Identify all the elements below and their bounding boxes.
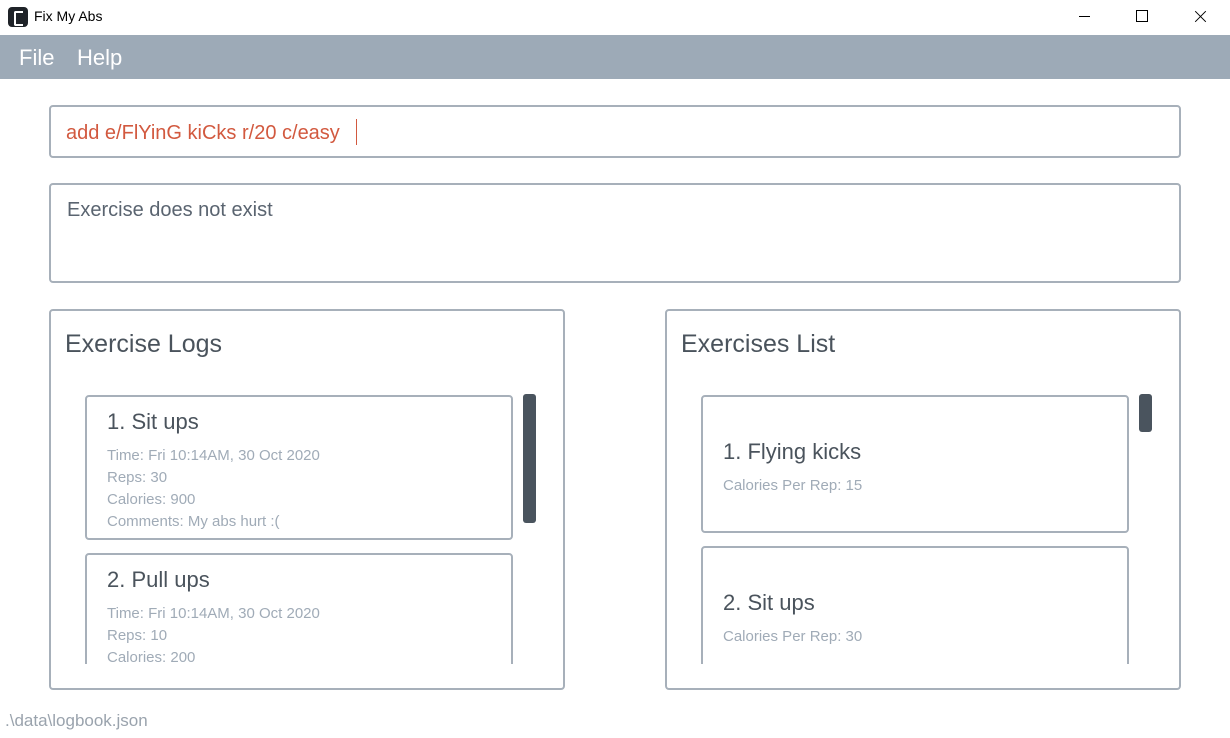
result-message: Exercise does not exist [67,199,273,221]
command-input[interactable] [66,120,1156,146]
minimize-button[interactable] [1055,0,1113,34]
exercise-card-heading: 2. Sit ups [723,590,815,615]
log-card-calories: Calories: 200 [107,649,196,664]
log-card-reps: Reps: 10 [107,627,168,644]
exercise-card-calories: Calories Per Rep: 30 [723,628,863,645]
status-file-path: .\data\logbook.json [5,711,148,730]
exercise-card[interactable]: 2. Sit ups Calories Per Rep: 30 [701,546,1129,664]
app-window: Fix My Abs File Help Exercise does not e… [0,0,1230,738]
exercises-list-title: Exercises List [681,330,836,358]
command-box [49,105,1181,158]
logs-scrollbar-thumb[interactable] [523,394,536,523]
maximize-button[interactable] [1113,0,1171,34]
log-card-calories: Calories: 900 [107,491,196,508]
text-cursor [356,119,357,145]
menu-file[interactable]: File [19,45,54,71]
close-button[interactable] [1171,0,1229,34]
menu-help[interactable]: Help [77,45,122,71]
exercise-card-calories: Calories Per Rep: 15 [723,477,863,494]
log-card-time: Time: Fri 10:14AM, 30 Oct 2020 [107,605,320,622]
log-card-comments: Comments: My abs hurt :( [107,513,280,530]
exercise-card-heading: 1. Flying kicks [723,439,862,464]
exercises-list-panel: Exercises List 1. Flying kicks Calories … [665,309,1181,690]
log-card-reps: Reps: 30 [107,469,168,486]
log-card[interactable]: 1. Sit ups Time: Fri 10:14AM, 30 Oct 202… [85,395,513,540]
exercise-logs-panel: Exercise Logs 1. Sit ups Time: Fri 10:14… [49,309,565,690]
exercises-list[interactable]: 1. Flying kicks Calories Per Rep: 15 2. … [701,395,1131,664]
exercise-card[interactable]: 1. Flying kicks Calories Per Rep: 15 [701,395,1129,533]
window-title: Fix My Abs [34,8,103,24]
result-display: Exercise does not exist [49,183,1181,283]
menu-bar: File Help [0,35,1230,79]
log-card[interactable]: 2. Pull ups Time: Fri 10:14AM, 30 Oct 20… [85,553,513,664]
log-card-heading: 1. Sit ups [107,409,199,434]
exercise-logs-title: Exercise Logs [65,330,223,358]
exercises-scrollbar-thumb[interactable] [1139,394,1152,432]
log-card-heading: 2. Pull ups [107,567,210,592]
app-logo-icon [8,7,28,27]
title-bar: Fix My Abs [0,0,1230,34]
exercise-logs-list[interactable]: 1. Sit ups Time: Fri 10:14AM, 30 Oct 202… [85,395,515,664]
log-card-time: Time: Fri 10:14AM, 30 Oct 2020 [107,447,320,464]
